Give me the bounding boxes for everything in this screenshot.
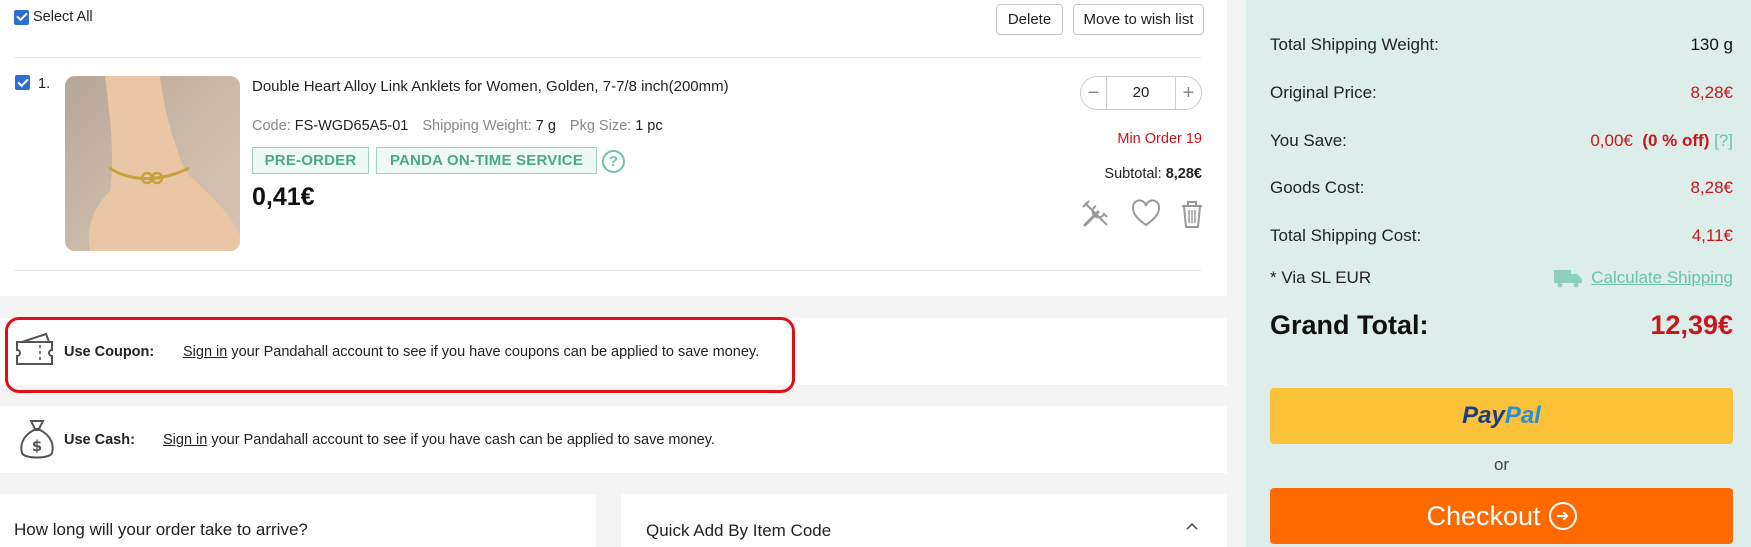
item-index: 1. [38,76,51,92]
delete-button[interactable]: Delete [996,4,1063,35]
plus-button[interactable]: + [1176,77,1201,109]
quantity-input[interactable]: 20 [1106,77,1176,109]
svg-text:$: $ [32,437,42,455]
truck-icon [1554,270,1583,288]
cash-panel: $ Use Cash: Sign in your Pandahall accou… [0,406,1227,473]
minus-button[interactable]: − [1081,77,1106,109]
divider [14,270,1201,271]
preorder-tag: PRE-ORDER [252,147,369,174]
shipping-cost-row: Total Shipping Cost: 4,11€ [1270,226,1733,246]
product-title[interactable]: Double Heart Alloy Link Anklets for Wome… [252,78,729,95]
quick-add-title[interactable]: Quick Add By Item Code [646,521,831,541]
cart-item-panel: Select All Delete Move to wish list 1. D… [0,0,1227,296]
coupon-highlight-box [5,317,795,393]
you-save-values: 0,00€ (0 % off) [?] [1590,131,1733,151]
anklet-foot-image [88,76,240,251]
you-save-value: 0,00€ [1590,131,1633,150]
shipping-weight-value: 130 g [1690,35,1733,54]
weight-value: 7 g [535,118,556,134]
original-price-row: Original Price: 8,28€ [1270,83,1733,103]
delivery-time-title[interactable]: How long will your order take to arrive? [14,520,308,540]
cash-sign-in-link[interactable]: Sign in [163,432,207,448]
select-all-label: Select All [33,9,93,25]
help-icon[interactable]: ? [602,150,625,173]
item-checkbox[interactable] [15,75,30,90]
chevron-up-icon[interactable] [1184,518,1200,534]
you-save-percent: (0 % off) [1642,131,1710,150]
subtotal-label: Subtotal: [1104,166,1162,182]
use-cash-label: Use Cash: [64,432,135,448]
checkout-label: Checkout [1426,500,1541,531]
cash-text: your Pandahall account to see if you hav… [207,432,715,448]
goods-cost-value: 8,28€ [1690,178,1733,197]
cash-message: Sign in your Pandahall account to see if… [163,432,715,448]
product-meta: Code: FS-WGD65A5-01 Shipping Weight: 7 g… [252,118,677,134]
paypal-logo-pay: Pay [1462,402,1505,429]
order-summary: Total Shipping Weight: 130 g Original Pr… [1246,0,1751,547]
calculate-shipping-link[interactable]: Calculate Shipping [1591,268,1733,288]
checkbox-checked-icon[interactable] [14,9,29,25]
goods-cost-label: Goods Cost: [1270,178,1365,197]
shipping-weight-row: Total Shipping Weight: 130 g [1270,35,1733,55]
shipping-cost-label: Total Shipping Cost: [1270,226,1422,245]
cart-main: Select All Delete Move to wish list 1. D… [0,0,1227,547]
tools-icon[interactable] [1080,198,1112,230]
shipping-method: * Via SL EUR [1270,268,1372,287]
move-to-wishlist-button[interactable]: Move to wish list [1073,4,1204,35]
money-bag-icon: $ [20,420,54,459]
paypal-button[interactable]: Pay Pal [1270,388,1733,444]
min-order: Min Order 19 [1117,131,1202,147]
unit-price: 0,41€ [252,183,315,211]
calculate-shipping[interactable]: Calculate Shipping [1553,268,1733,288]
quick-add-panel[interactable]: Quick Add By Item Code [621,494,1227,547]
subtotal-value: 8,28€ [1165,166,1202,182]
pkg-value: 1 pc [635,118,663,134]
you-save-row: You Save: 0,00€ (0 % off) [?] [1270,131,1733,151]
shipping-weight-label: Total Shipping Weight: [1270,35,1439,54]
grand-total-label: Grand Total: [1270,310,1429,340]
divider [14,57,1201,58]
code-value: FS-WGD65A5-01 [294,118,409,134]
code-label: Code: [252,118,291,134]
grand-total-value: 12,39€ [1650,310,1733,340]
you-save-label: You Save: [1270,131,1347,150]
pkg-label: Pkg Size: [569,118,632,134]
shipping-cost-value: 4,11€ [1691,226,1733,245]
you-save-help-link[interactable]: [?] [1714,131,1733,150]
original-price-label: Original Price: [1270,83,1377,102]
heart-icon[interactable] [1130,198,1162,230]
paypal-logo-pal: Pal [1504,402,1541,429]
goods-cost-row: Goods Cost: 8,28€ [1270,178,1733,198]
quantity-stepper[interactable]: − 20 + [1080,76,1202,110]
checkout-button[interactable]: Checkout ➜ [1270,488,1733,544]
original-price-value: 8,28€ [1690,83,1733,102]
weight-label: Shipping Weight: [422,118,532,134]
ontime-service-tag: PANDA ON-TIME SERVICE [376,147,597,174]
or-separator: or [1493,455,1510,474]
delivery-time-panel[interactable]: How long will your order take to arrive? [0,494,596,547]
select-all-checkbox[interactable]: Select All [14,9,93,25]
product-image[interactable] [65,76,240,251]
trash-icon[interactable] [1176,198,1208,230]
arrow-right-circle-icon: ➜ [1548,502,1577,530]
grand-total-row: Grand Total: 12,39€ [1270,310,1733,341]
item-subtotal: Subtotal: 8,28€ [1104,166,1202,182]
shipping-method-row: * Via SL EUR Calculate Shipping [1270,268,1733,288]
